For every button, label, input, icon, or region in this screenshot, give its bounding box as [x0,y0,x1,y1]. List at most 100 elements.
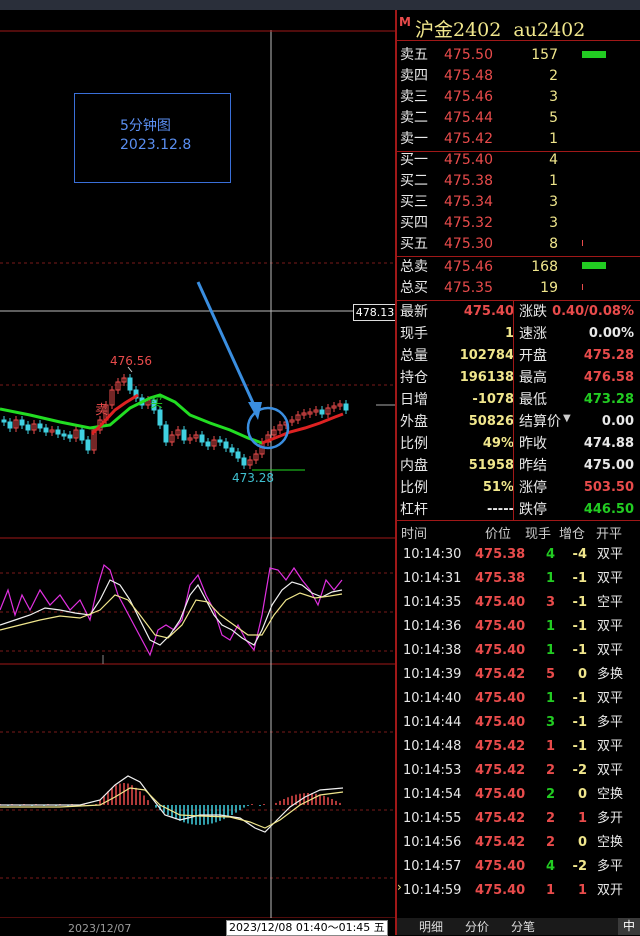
tick-volume: 1 [545,643,555,658]
tick-time: 10:14:48 [403,739,462,754]
tick-price: 475.40 [475,859,526,874]
tick-row[interactable]: 10:14:55 475.42 2 1 多开 [397,807,640,831]
volume-bar [582,240,583,246]
level-price: 475.32 [444,215,493,231]
tick-row[interactable]: 10:14:56 475.42 2 0 空换 [397,831,640,855]
candle-body [223,441,229,449]
stat-value: 474.88 [583,436,634,451]
stat-label: 速涨 [519,326,547,342]
tick-row[interactable]: 10:14:35 475.40 3 -1 空平 [397,591,640,615]
level-price: 475.46 [444,89,493,105]
axis-date-label: 2023/12/07 [68,922,132,935]
level-label: 卖二 [400,110,428,126]
tick-type: 双平 [597,643,624,658]
tick-row[interactable]: 10:14:48 475.42 1 -1 双平 [397,735,640,759]
level-label: 总买 [400,280,428,296]
tick-volume: 3 [545,595,555,610]
level-volume: 157 [531,47,558,63]
tick-row[interactable]: 10:14:36 475.40 1 -1 双平 [397,615,640,639]
tick-position-change: 0 [577,787,587,802]
candle-body [25,424,31,431]
level-row[interactable]: 卖二 475.44 5 [397,108,640,129]
stat-row: 日增 -1078 最低 473.28 [397,389,640,411]
tick-row[interactable]: 10:14:40 475.40 1 -1 双平 [397,687,640,711]
level-row[interactable]: 总买 475.35 19 [397,278,640,299]
tick-volume: 5 [545,667,555,682]
tick-type: 双平 [597,547,624,562]
stat-row: 内盘 51958 昨结 475.00 [397,455,640,477]
stat-label: 跌停 [519,502,547,518]
tick-row[interactable]: 10:14:30 475.38 4 -4 双平 [397,543,640,567]
volume-bar [582,262,606,269]
level-volume: 19 [540,280,558,296]
tick-position-change: -2 [572,859,587,874]
candle-body [343,403,349,411]
tick-position-change: 1 [577,811,587,826]
tick-type: 多平 [597,859,624,874]
stat-label: 比例 [400,480,428,496]
tick-type: 空换 [597,835,624,850]
stat-label: 昨收 [519,436,547,452]
level-row[interactable]: 卖三 475.46 3 [397,87,640,108]
level-row[interactable]: 买一 475.40 4 [397,150,640,171]
tick-position-change: -1 [572,739,587,754]
stat-label: 外盘 [400,414,428,430]
header-vol: 现手 [525,527,552,542]
level-price: 475.48 [444,68,493,84]
candle-body [79,429,85,441]
level-price: 475.34 [444,194,493,210]
tick-position-change: 0 [577,667,587,682]
tick-row[interactable]: 10:14:38 475.40 1 -1 双平 [397,639,640,663]
macd-histogram [0,783,341,825]
level-row[interactable]: 买二 475.38 1 [397,171,640,192]
candle-body [319,409,325,415]
candle-body [163,424,169,443]
tick-position-change: -1 [572,571,587,586]
annotation-note-title: 5分钟图 [120,118,171,134]
tick-price: 475.40 [475,691,526,706]
stat-value: 0.00 [601,414,634,429]
tick-row[interactable]: 10:14:39 475.42 5 0 多换 [397,663,640,687]
level-volume: 2 [549,68,558,84]
tab-detail[interactable]: 明细 [419,919,443,935]
level-row[interactable]: 买三 475.34 3 [397,192,640,213]
stat-value: 446.50 [583,502,634,517]
tick-price: 475.42 [475,763,526,778]
level-row[interactable]: 买五 475.30 8 [397,234,640,255]
level-label: 买三 [400,194,428,210]
chevron-down-icon[interactable]: ▼ [563,413,571,424]
tick-price: 475.38 [475,547,526,562]
language-indicator[interactable]: 中 [618,918,640,935]
tick-row[interactable]: 10:14:53 475.42 2 -2 双平 [397,759,640,783]
tick-row[interactable]: 10:14:57 475.40 4 -2 多平 [397,855,640,879]
tick-price: 475.40 [475,883,526,898]
level-row[interactable]: 卖一 475.42 1 [397,129,640,150]
candle-body [7,421,13,429]
tick-time: 10:14:31 [403,571,462,586]
tick-row[interactable]: 10:14:54 475.40 2 0 空换 [397,783,640,807]
tab-price-distribution[interactable]: 分价 [465,919,489,935]
level-volume: 1 [549,131,558,147]
level-volume: 3 [549,89,558,105]
stat-label: 涨跌 [519,304,547,320]
tick-time: 10:14:38 [403,643,462,658]
level-label: 卖三 [400,89,428,105]
level-price: 475.42 [444,131,493,147]
volume-bar [582,51,606,58]
tick-row[interactable]: 10:14:44 475.40 3 -1 多平 [397,711,640,735]
candle-body [1,419,7,423]
stat-value: 0.40/0.08% [552,304,634,319]
level-volume: 4 [549,152,558,168]
tick-price: 475.42 [475,835,526,850]
tick-row[interactable]: 10:14:31 475.38 1 -1 双平 [397,567,640,591]
level-label: 总卖 [400,259,428,275]
tick-time: 10:14:55 [403,811,462,826]
tick-time: 10:14:57 [403,859,462,874]
level-row[interactable]: 卖四 475.48 2 [397,66,640,87]
volume-bar [582,284,583,290]
tab-tick[interactable]: 分笔 [511,919,535,935]
stat-row: 现手 1 速涨 0.00% [397,323,640,345]
stats-divider [513,300,514,520]
tick-row[interactable]: 10:14:59 475.40 1 1 双开 [397,879,640,903]
level-row[interactable]: 买四 475.32 3 [397,213,640,234]
